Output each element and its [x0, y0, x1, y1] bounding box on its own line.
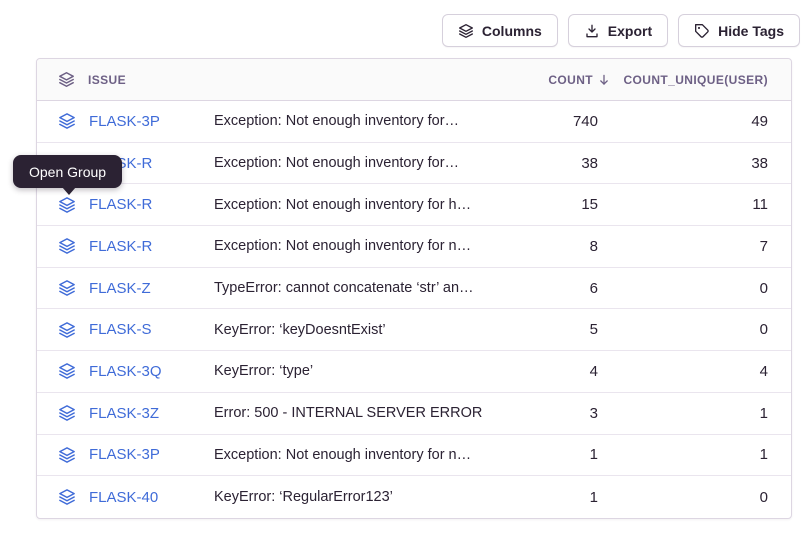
column-header-count-label: COUNT [548, 73, 593, 87]
count-value: 6 [491, 280, 621, 297]
open-group-stack-icon[interactable] [58, 446, 76, 464]
issue-title: Exception: Not enough inventory for n… [214, 238, 491, 254]
count-value: 5 [491, 321, 621, 338]
open-group-stack-icon[interactable] [58, 237, 76, 255]
table-row: FLASK-R Exception: Not enough inventory … [37, 143, 791, 185]
table-row: FLASK-Z TypeError: cannot concatenate ‘s… [37, 268, 791, 310]
issue-title: KeyError: ‘keyDoesntExist’ [214, 322, 491, 338]
export-button[interactable]: Export [568, 14, 668, 47]
issue-cell: FLASK-3Q [37, 362, 214, 380]
table-header: ISSUE COUNT COUNT_UNIQUE(USER) [37, 59, 791, 101]
issue-title: KeyError: ‘RegularError123’ [214, 489, 491, 505]
issue-link[interactable]: FLASK-R [89, 196, 152, 213]
export-button-label: Export [608, 23, 652, 39]
issue-link[interactable]: FLASK-40 [89, 489, 158, 506]
tooltip-caret [62, 187, 76, 195]
open-group-stack-icon[interactable] [58, 321, 76, 339]
open-group-stack-icon[interactable] [58, 362, 76, 380]
hide-tags-button[interactable]: Hide Tags [678, 14, 800, 47]
issue-link[interactable]: FLASK-Z [89, 280, 151, 297]
issue-title: Exception: Not enough inventory for… [214, 113, 491, 129]
open-group-stack-icon[interactable] [58, 196, 76, 214]
count-unique-value: 0 [621, 489, 791, 506]
column-header-count-unique-label: COUNT_UNIQUE(USER) [623, 73, 768, 87]
issue-title: Exception: Not enough inventory for… [214, 155, 491, 171]
table-row: FLASK-3P Exception: Not enough inventory… [37, 435, 791, 477]
count-unique-value: 0 [621, 321, 791, 338]
table-row: FLASK-R Exception: Not enough inventory … [37, 226, 791, 268]
issue-link[interactable]: FLASK-3Q [89, 363, 162, 380]
layers-icon [458, 23, 474, 39]
issue-link[interactable]: FLASK-3P [89, 113, 160, 130]
issue-cell: FLASK-3Z [37, 404, 214, 422]
issue-cell: FLASK-40 [37, 488, 214, 506]
count-value: 4 [491, 363, 621, 380]
open-group-tooltip-label: Open Group [29, 164, 106, 180]
hide-tags-button-label: Hide Tags [718, 23, 784, 39]
issue-link[interactable]: FLASK-S [89, 321, 152, 338]
sort-desc-arrow-icon [597, 73, 611, 87]
table-row: FLASK-3Z Error: 500 - INTERNAL SERVER ER… [37, 393, 791, 435]
table-row: FLASK-R Exception: Not enough inventory … [37, 184, 791, 226]
issue-link[interactable]: FLASK-3P [89, 446, 160, 463]
count-unique-value: 11 [621, 196, 791, 213]
column-header-issue[interactable]: ISSUE [37, 71, 491, 88]
issue-cell: FLASK-3P [37, 112, 214, 130]
results-table: ISSUE COUNT COUNT_UNIQUE(USER) [36, 58, 792, 519]
table-row: FLASK-3P Exception: Not enough inventory… [37, 101, 791, 143]
count-unique-value: 0 [621, 280, 791, 297]
issue-cell: FLASK-R [37, 237, 214, 255]
issue-title: Exception: Not enough inventory for n… [214, 447, 491, 463]
open-group-stack-icon[interactable] [58, 112, 76, 130]
column-header-count[interactable]: COUNT [491, 73, 621, 87]
column-header-count-unique[interactable]: COUNT_UNIQUE(USER) [621, 73, 791, 87]
count-value: 1 [491, 446, 621, 463]
table-body: FLASK-3P Exception: Not enough inventory… [37, 101, 791, 518]
count-value: 8 [491, 238, 621, 255]
count-unique-value: 49 [621, 113, 791, 130]
issue-cell: FLASK-S [37, 321, 214, 339]
count-unique-value: 7 [621, 238, 791, 255]
open-group-stack-icon[interactable] [58, 488, 76, 506]
count-unique-value: 4 [621, 363, 791, 380]
issue-cell: FLASK-3P [37, 446, 214, 464]
issue-cell: FLASK-Z [37, 279, 214, 297]
open-group-stack-icon[interactable] [58, 279, 76, 297]
count-unique-value: 1 [621, 446, 791, 463]
count-unique-value: 38 [621, 155, 791, 172]
layers-icon [58, 71, 75, 88]
issue-title: Exception: Not enough inventory for h… [214, 197, 491, 213]
issue-title: Error: 500 - INTERNAL SERVER ERROR [214, 405, 491, 421]
columns-button-label: Columns [482, 23, 542, 39]
table-row: FLASK-40 KeyError: ‘RegularError123’ 1 0 [37, 476, 791, 518]
issue-link[interactable]: FLASK-3Z [89, 405, 159, 422]
count-value: 1 [491, 489, 621, 506]
count-unique-value: 1 [621, 405, 791, 422]
download-icon [584, 23, 600, 39]
tag-icon [694, 23, 710, 39]
toolbar: Columns Export Hide Tags [442, 14, 800, 47]
count-value: 15 [491, 196, 621, 213]
table-row: FLASK-S KeyError: ‘keyDoesntExist’ 5 0 [37, 309, 791, 351]
column-header-issue-label: ISSUE [88, 73, 126, 87]
issue-title: TypeError: cannot concatenate ‘str’ an… [214, 280, 491, 296]
count-value: 3 [491, 405, 621, 422]
table-row: FLASK-3Q KeyError: ‘type’ 4 4 [37, 351, 791, 393]
count-value: 740 [491, 113, 621, 130]
issue-link[interactable]: FLASK-R [89, 238, 152, 255]
open-group-tooltip: Open Group [13, 155, 122, 188]
issue-title: KeyError: ‘type’ [214, 363, 491, 379]
open-group-stack-icon[interactable] [58, 404, 76, 422]
issue-cell: FLASK-R [37, 196, 214, 214]
columns-button[interactable]: Columns [442, 14, 558, 47]
count-value: 38 [491, 155, 621, 172]
